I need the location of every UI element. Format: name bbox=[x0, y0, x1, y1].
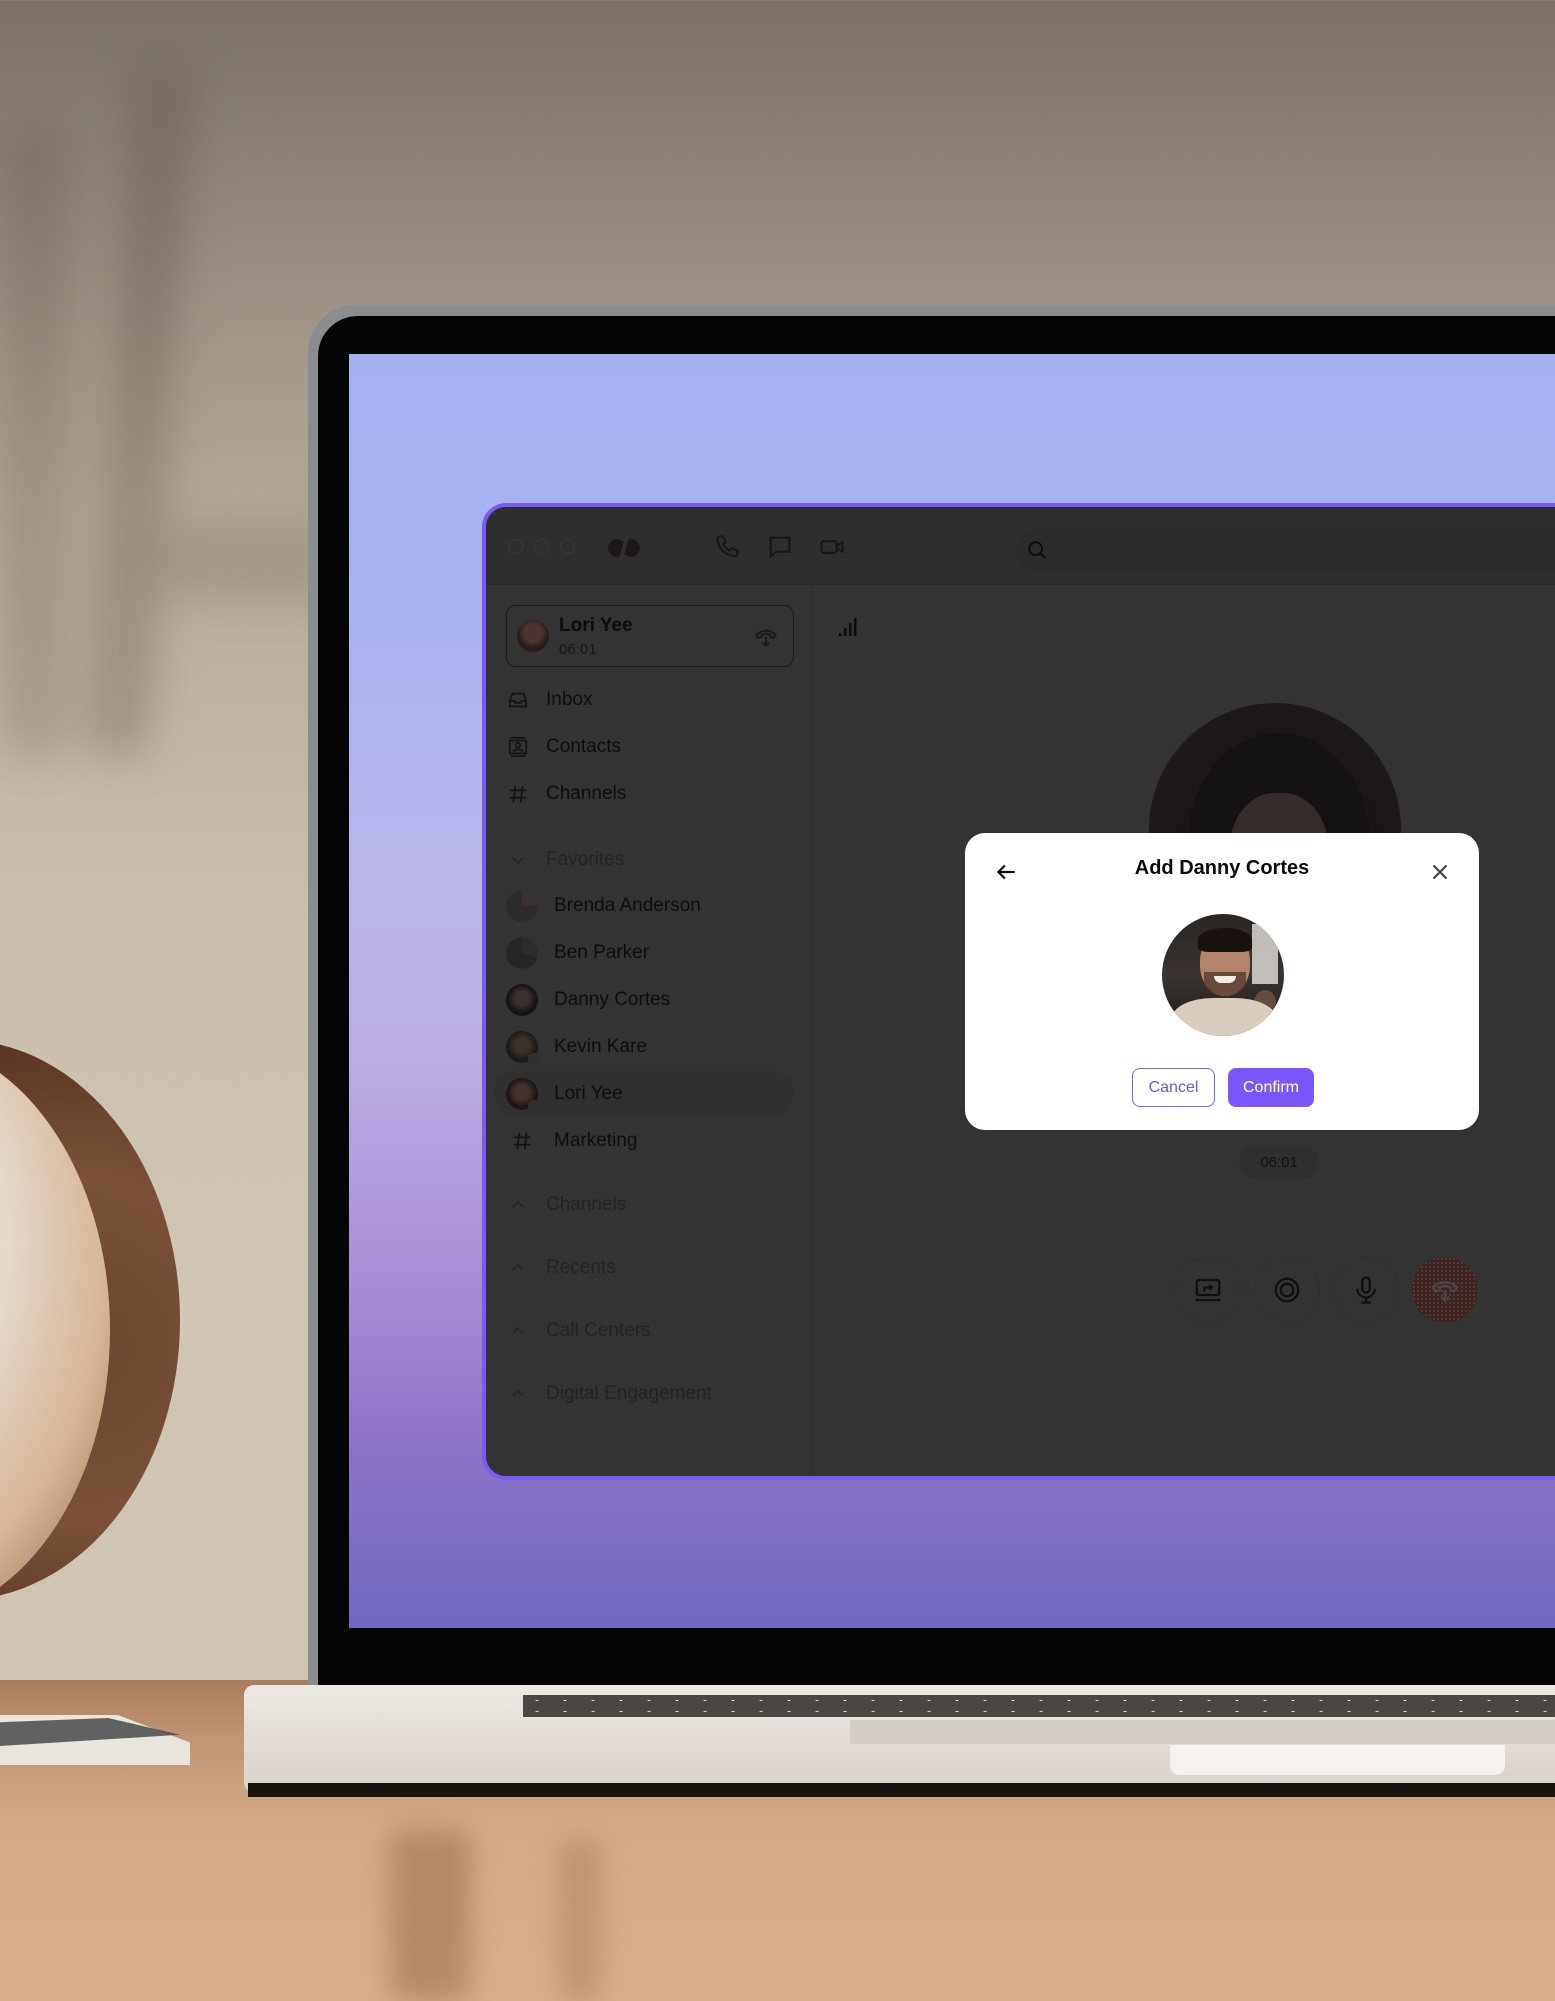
phone-hangup-icon[interactable] bbox=[753, 624, 779, 650]
sidebar: Lori Yee 06:01 Inbox Contacts Channels F… bbox=[486, 585, 813, 1476]
inbox-icon bbox=[506, 688, 530, 712]
sidebar-item-label: Inbox bbox=[546, 689, 593, 710]
desk-shadow bbox=[560, 1840, 600, 2001]
close-icon[interactable] bbox=[1427, 859, 1453, 885]
wall-shadow bbox=[85, 58, 195, 762]
modal-title: Add Danny Cortes bbox=[1134, 857, 1310, 879]
hash-icon bbox=[506, 1125, 538, 1157]
window-close-dot[interactable] bbox=[508, 539, 523, 554]
add-contact-modal: Add Danny Cortes Cancel Confirm bbox=[965, 833, 1479, 1130]
section-label: Channels bbox=[546, 1194, 627, 1215]
section-favorites[interactable]: Favorites bbox=[506, 845, 624, 875]
record-icon bbox=[1274, 1277, 1300, 1303]
favorite-label: Marketing bbox=[554, 1130, 638, 1151]
favorite-label: Brenda Anderson bbox=[554, 895, 701, 916]
section-label: Digital Engagement bbox=[546, 1383, 712, 1404]
favorite-item[interactable]: Kevin Kare bbox=[506, 1029, 806, 1065]
favorite-item[interactable]: Brenda Anderson bbox=[506, 888, 806, 924]
avatar bbox=[506, 1078, 540, 1112]
favorite-item[interactable]: Marketing bbox=[506, 1123, 806, 1159]
chat-icon[interactable] bbox=[766, 533, 794, 561]
contacts-icon bbox=[506, 735, 530, 759]
sidebar-item-inbox[interactable]: Inbox bbox=[506, 685, 592, 715]
sidebar-item-contacts[interactable]: Contacts bbox=[506, 732, 621, 762]
mute-button[interactable] bbox=[1333, 1257, 1399, 1323]
title-bar bbox=[486, 507, 1555, 585]
section-label: Recents bbox=[546, 1257, 616, 1278]
window-minimize-dot[interactable] bbox=[534, 539, 549, 554]
hash-icon bbox=[506, 782, 530, 806]
presence-status-dot bbox=[528, 1100, 540, 1112]
record-button[interactable] bbox=[1254, 1257, 1320, 1323]
avatar bbox=[506, 984, 538, 1016]
favorite-label: Kevin Kare bbox=[554, 1036, 647, 1057]
laptop-keyboard bbox=[523, 1695, 1555, 1717]
contact-avatar bbox=[1162, 914, 1284, 1036]
avatar bbox=[506, 890, 538, 922]
laptop-base-edge bbox=[248, 1783, 1555, 1797]
microphone-icon bbox=[1356, 1276, 1376, 1304]
avatar bbox=[506, 1031, 540, 1065]
search-bar[interactable] bbox=[1016, 529, 1555, 571]
confirm-button[interactable]: Confirm bbox=[1228, 1068, 1314, 1107]
laptop-palmrest bbox=[850, 1720, 1555, 1744]
laptop-notch bbox=[1170, 1745, 1505, 1775]
wall-shadow bbox=[0, 120, 70, 760]
active-call-name: Lori Yee bbox=[559, 615, 633, 636]
favorite-item[interactable]: Ben Parker bbox=[506, 935, 806, 971]
chevron-up-icon bbox=[506, 1382, 530, 1406]
search-icon bbox=[1028, 541, 1046, 559]
share-screen-icon bbox=[1195, 1278, 1221, 1302]
phone-hangup-icon bbox=[1431, 1281, 1459, 1303]
chevron-up-icon bbox=[506, 1193, 530, 1217]
section-recents[interactable]: Recents bbox=[506, 1253, 616, 1283]
section-label: Call Centers bbox=[546, 1320, 651, 1341]
chevron-up-icon bbox=[506, 1256, 530, 1280]
app-logo-icon bbox=[608, 536, 640, 561]
favorite-item-active[interactable]: Lori Yee bbox=[494, 1071, 794, 1117]
call-timer: 06:01 bbox=[1239, 1145, 1319, 1179]
sidebar-item-label: Contacts bbox=[546, 736, 621, 757]
sidebar-item-label: Channels bbox=[546, 783, 627, 804]
sidebar-item-channels[interactable]: Channels bbox=[506, 779, 626, 809]
chevron-up-icon bbox=[506, 1319, 530, 1343]
section-call-centers[interactable]: Call Centers bbox=[506, 1316, 651, 1346]
favorite-label: Danny Cortes bbox=[554, 989, 671, 1010]
window-maximize-dot[interactable] bbox=[560, 539, 575, 554]
section-label: Favorites bbox=[546, 849, 625, 870]
favorite-label: Lori Yee bbox=[554, 1083, 623, 1104]
favorite-item[interactable]: Danny Cortes bbox=[506, 982, 806, 1018]
share-screen-button[interactable] bbox=[1175, 1257, 1241, 1323]
cancel-button[interactable]: Cancel bbox=[1132, 1068, 1215, 1107]
phone-icon[interactable] bbox=[714, 533, 742, 561]
avatar bbox=[506, 937, 538, 969]
section-digital-engagement[interactable]: Digital Engagement bbox=[506, 1379, 712, 1409]
desk-shadow bbox=[390, 1830, 470, 2001]
end-call-button[interactable] bbox=[1412, 1257, 1478, 1323]
active-call-card[interactable]: Lori Yee 06:01 bbox=[506, 605, 794, 667]
favorite-label: Ben Parker bbox=[554, 942, 650, 963]
video-icon[interactable] bbox=[818, 533, 846, 561]
avatar bbox=[517, 620, 549, 652]
signal-bars-icon bbox=[839, 618, 857, 636]
active-call-duration: 06:01 bbox=[559, 641, 597, 658]
chevron-down-icon bbox=[506, 848, 530, 872]
presence-status-dot bbox=[528, 1053, 540, 1065]
section-channels[interactable]: Channels bbox=[506, 1190, 626, 1220]
